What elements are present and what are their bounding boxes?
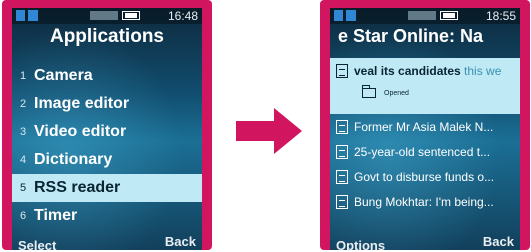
folder-icon — [362, 85, 376, 98]
status-time: 18:55 — [485, 9, 516, 23]
status-time: 16:48 — [167, 9, 198, 23]
right-phone-frame: 18:55 e Star Online: Na veal its candida… — [320, 0, 530, 250]
menu-item-number: 6 — [19, 210, 27, 222]
left-phone-frame: 16:48 Applications 1 Camera 2 Image edit… — [2, 0, 212, 250]
feed-item[interactable]: Govt to disburse funds o... — [330, 164, 520, 189]
feed-item-icon — [336, 194, 348, 209]
arrow-head — [274, 108, 302, 154]
menu-item-label: Camera — [34, 67, 93, 84]
menu-item-number: 1 — [19, 70, 27, 82]
menu-item-label: Image editor — [34, 95, 130, 112]
feed-item[interactable]: Bung Mokhtar: I'm being... — [330, 189, 520, 214]
menu-item-label: Timer — [34, 207, 78, 224]
select-softkey[interactable]: Select — [18, 238, 56, 250]
feed-item-icon — [336, 144, 348, 159]
menu-item-label: RSS reader — [34, 179, 121, 196]
feed-title: e Star Online: Na — [338, 26, 484, 46]
feed-item-icon — [336, 119, 348, 134]
softkey-bar: Select Back — [12, 236, 202, 250]
menu-item-timer[interactable]: 6 Timer — [12, 202, 202, 230]
signal-icon — [16, 10, 38, 21]
feed-item-title: Former Mr Asia Malek N... — [354, 119, 494, 134]
status-icons — [90, 11, 118, 20]
battery-icon — [122, 11, 140, 20]
feed-item[interactable]: 25-year-old sentenced t... — [330, 139, 520, 164]
menu-item-label: Dictionary — [34, 151, 113, 168]
feed-item-selected[interactable]: veal its candidates this we Opened — [330, 58, 520, 114]
feed-item[interactable]: Former Mr Asia Malek N... — [330, 114, 520, 139]
status-icons — [408, 11, 436, 20]
menu-item-number: 4 — [19, 154, 27, 166]
menu-item-camera[interactable]: 1 Camera — [12, 62, 202, 90]
feed-item-headline-bold: veal its candidates — [354, 64, 461, 78]
arrow-shaft — [236, 121, 276, 141]
feed-item-icon — [336, 169, 348, 184]
battery-icon — [440, 11, 458, 20]
right-arrow-icon — [236, 108, 302, 154]
menu-item-dictionary[interactable]: 4 Dictionary — [12, 146, 202, 174]
rss-feed-screen: 18:55 e Star Online: Na veal its candida… — [330, 8, 520, 250]
page-title: Applications — [49, 26, 164, 47]
feed-item-status-label: Opened — [384, 89, 409, 97]
menu-item-number: 5 — [19, 182, 27, 194]
feed-list: veal its candidates this we Opened Forme… — [330, 58, 520, 214]
feed-item-title: Govt to disburse funds o... — [354, 169, 495, 184]
feed-item-headline-rest: this we — [460, 64, 502, 78]
status-bar: 16:48 — [12, 8, 202, 24]
applications-screen: 16:48 Applications 1 Camera 2 Image edit… — [12, 8, 202, 250]
menu-item-label: Video editor — [34, 123, 127, 140]
feed-item-title: 25-year-old sentenced t... — [354, 144, 491, 159]
menu-item-image-editor[interactable]: 2 Image editor — [12, 90, 202, 118]
feed-item-status: Opened — [362, 85, 409, 98]
options-softkey[interactable]: Options — [336, 238, 385, 250]
signal-icon — [334, 10, 356, 21]
feed-item-title: Bung Mokhtar: I'm being... — [354, 194, 494, 209]
applications-menu: 1 Camera 2 Image editor 3 Video editor 4… — [12, 62, 202, 230]
menu-item-number: 3 — [19, 126, 27, 138]
softkey-bar: Options Back — [330, 236, 520, 250]
menu-item-number: 2 — [19, 98, 27, 110]
back-softkey[interactable]: Back — [483, 236, 514, 249]
menu-item-video-editor[interactable]: 3 Video editor — [12, 118, 202, 146]
feed-item-icon — [336, 64, 348, 78]
status-bar: 18:55 — [330, 8, 520, 24]
menu-item-rss-reader[interactable]: 5 RSS reader — [12, 174, 202, 202]
back-softkey[interactable]: Back — [165, 236, 196, 249]
feed-item-headline: veal its candidates this we — [354, 64, 501, 78]
